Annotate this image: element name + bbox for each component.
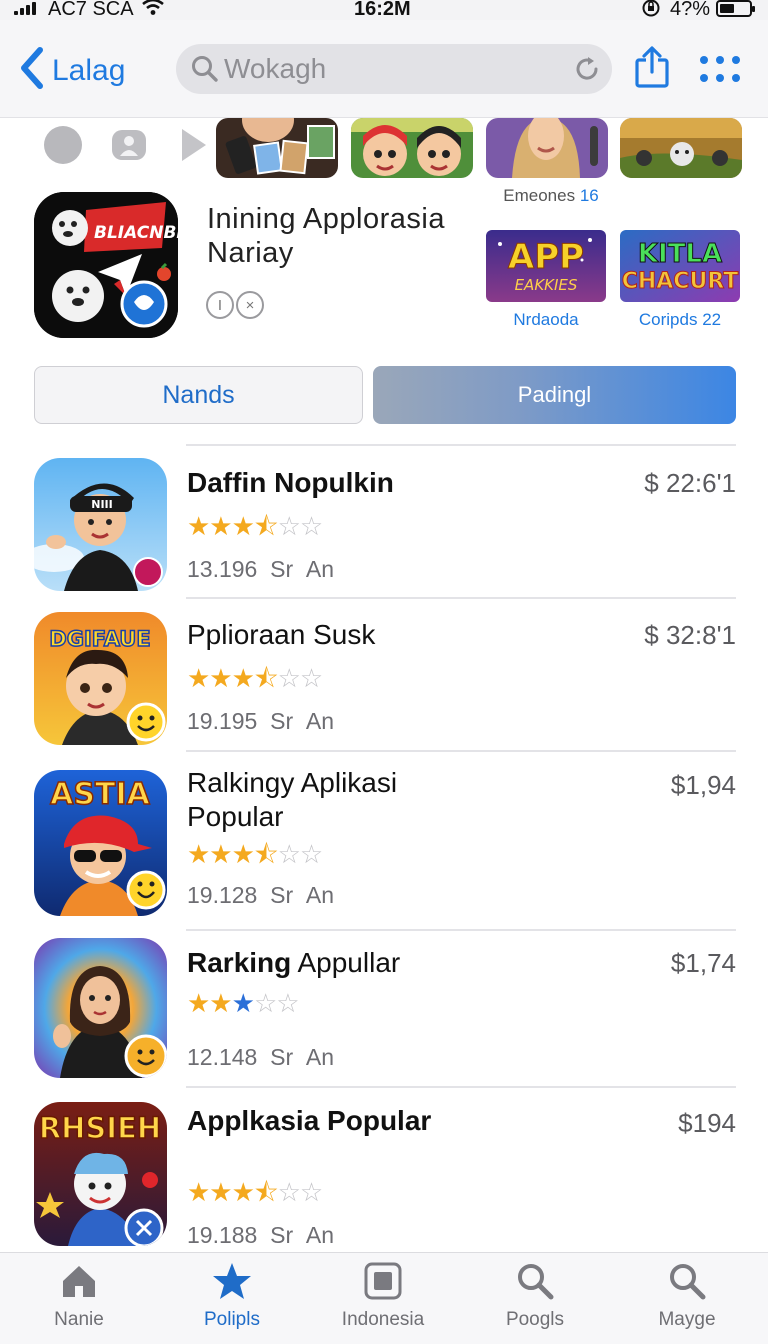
featured-badges: I ×: [206, 291, 264, 319]
app-icon-text: NIII: [91, 498, 112, 511]
clock: 16:2M: [354, 0, 411, 20]
app-icon-text: ASTIA: [50, 777, 150, 812]
featured-title[interactable]: Inining Applorasia Nariay: [207, 202, 477, 270]
app-icon[interactable]: NIII: [34, 458, 167, 591]
home-icon: [63, 1266, 95, 1297]
square-icon: [364, 1262, 402, 1300]
app-price: $194: [678, 1108, 736, 1138]
divider: [186, 597, 736, 599]
info-icon: I: [206, 291, 234, 319]
divider: [186, 444, 736, 446]
star-rating: ★★★⯪☆☆: [187, 663, 323, 693]
banner-app-title: APP: [508, 237, 584, 277]
search-icon: [670, 1264, 706, 1300]
thumbnail-caption: Emeones 16: [503, 186, 599, 205]
tab-featured[interactable]: Polipls: [157, 1261, 307, 1331]
search-bar[interactable]: [176, 44, 612, 94]
list-item[interactable]: Rarking Appullar $1,74 ★★★☆☆ 12.148 Sr A…: [0, 938, 768, 1084]
banner-kitla-title: KITLA: [638, 239, 722, 269]
banner-app-caption[interactable]: Nrdaoda: [486, 310, 606, 330]
search-input[interactable]: [224, 50, 554, 88]
banner-kitla-caption[interactable]: Coripds 22: [620, 310, 740, 330]
app-name[interactable]: Rarking Appullar: [187, 946, 487, 980]
banner-kitla[interactable]: KITLA CHACURT: [620, 230, 740, 302]
app-icon-text: DGIFAUE: [49, 627, 150, 651]
thumbnail-game[interactable]: [620, 118, 742, 178]
app-meta: 19.188 Sr An: [187, 1222, 335, 1248]
app-icon-text: RHSIEH: [39, 1111, 161, 1145]
app-name[interactable]: Pplioraan Susk: [187, 618, 487, 652]
app-price: $1,94: [670, 770, 736, 800]
app-icon[interactable]: DGIFAUE: [34, 612, 167, 745]
star-icon: [213, 1263, 251, 1299]
wifi-icon: [142, 0, 164, 21]
search-icon: [518, 1264, 554, 1300]
app-price: $ 32:8'1: [644, 620, 736, 650]
thumbnail-photos[interactable]: [216, 118, 338, 178]
star-rating: ★★★☆☆: [187, 988, 300, 1018]
segment-right-button[interactable]: Padingl: [373, 366, 736, 424]
list-item[interactable]: DGIFAUE Pplioraan Susk $ 32:8'1 ★★★⯪☆☆ 1…: [0, 608, 768, 748]
battery-percent: 4?%: [670, 0, 711, 20]
search-icon: [192, 56, 218, 82]
app-meta: 13.196 Sr An: [187, 556, 335, 582]
battery-icon: [716, 0, 755, 17]
person-icon[interactable]: [110, 126, 148, 164]
app-meta: 19.195 Sr An: [187, 708, 335, 734]
segment-left-button[interactable]: Nands: [34, 366, 363, 424]
banner-app[interactable]: APP EAKKIES: [486, 230, 606, 302]
divider: [186, 750, 736, 752]
record-icon[interactable]: [44, 126, 82, 164]
signal-icon: [14, 2, 36, 15]
app-meta: 12.148 Sr An: [187, 1044, 335, 1070]
share-icon[interactable]: [634, 46, 670, 90]
back-button[interactable]: Lalag: [18, 46, 125, 95]
app-name[interactable]: Ralkingy Aplikasi Popular: [187, 766, 487, 834]
chevron-left-icon: [18, 46, 46, 95]
tab-indonesia[interactable]: Indonesia: [308, 1261, 458, 1331]
featured-app-icon[interactable]: BLIACNBR: [34, 192, 178, 338]
featured-icon-text: BLIACNBR: [94, 223, 178, 243]
app-meta: 19.128 Sr An: [187, 882, 335, 908]
star-rating: ★★★⯪☆☆: [187, 511, 323, 541]
close-circle-icon: ×: [236, 291, 264, 319]
app-icon[interactable]: ASTIA: [34, 770, 167, 916]
tab-search[interactable]: Poogls: [460, 1261, 610, 1331]
app-icon[interactable]: RHSIEH: [34, 1102, 167, 1246]
banner-kitla-subtitle: CHACURT: [622, 269, 739, 294]
thumbnail-cartoon-kids[interactable]: [351, 118, 473, 178]
divider: [186, 929, 736, 931]
tab-home[interactable]: Nanie: [4, 1261, 154, 1331]
app-price: $1,74: [670, 948, 736, 978]
app-name[interactable]: Applkasia Popular: [187, 1104, 487, 1138]
star-rating: ★★★⯪☆☆: [187, 839, 323, 869]
list-item[interactable]: ASTIA Ralkingy Aplikasi Popular $1,94 ★★…: [0, 762, 768, 922]
quick-actions-row: [44, 126, 206, 164]
app-icon[interactable]: [34, 938, 167, 1078]
star-rating: ★★★⯪☆☆: [187, 1177, 323, 1207]
thumbnail-portrait[interactable]: [486, 118, 608, 178]
list-item[interactable]: NIII Daffin Nopulkin $ 22:6'1 ★★★⯪☆☆ 13.…: [0, 456, 768, 596]
back-label: Lalag: [52, 53, 126, 87]
carrier-label: AC7 SCA: [48, 0, 134, 20]
list-item[interactable]: RHSIEH Applkasia Popular $194 ★★★⯪☆☆ 19.…: [0, 1098, 768, 1250]
tab-search-secondary[interactable]: Mayge: [612, 1261, 762, 1331]
navigation-bar: Lalag: [0, 20, 768, 118]
more-options-icon[interactable]: [700, 56, 740, 84]
banner-app-subtitle: EAKKIES: [515, 276, 578, 294]
app-name[interactable]: Daffin Nopulkin: [187, 466, 487, 500]
play-icon[interactable]: [182, 129, 206, 161]
app-price: $ 22:6'1: [644, 468, 736, 498]
tab-bar: Nanie Polipls Indonesia Poogls Mayge: [0, 1252, 768, 1344]
divider: [186, 1086, 736, 1088]
status-bar: AC7 SCA 16:2M 4?%: [0, 0, 768, 20]
reload-icon[interactable]: [572, 54, 602, 84]
